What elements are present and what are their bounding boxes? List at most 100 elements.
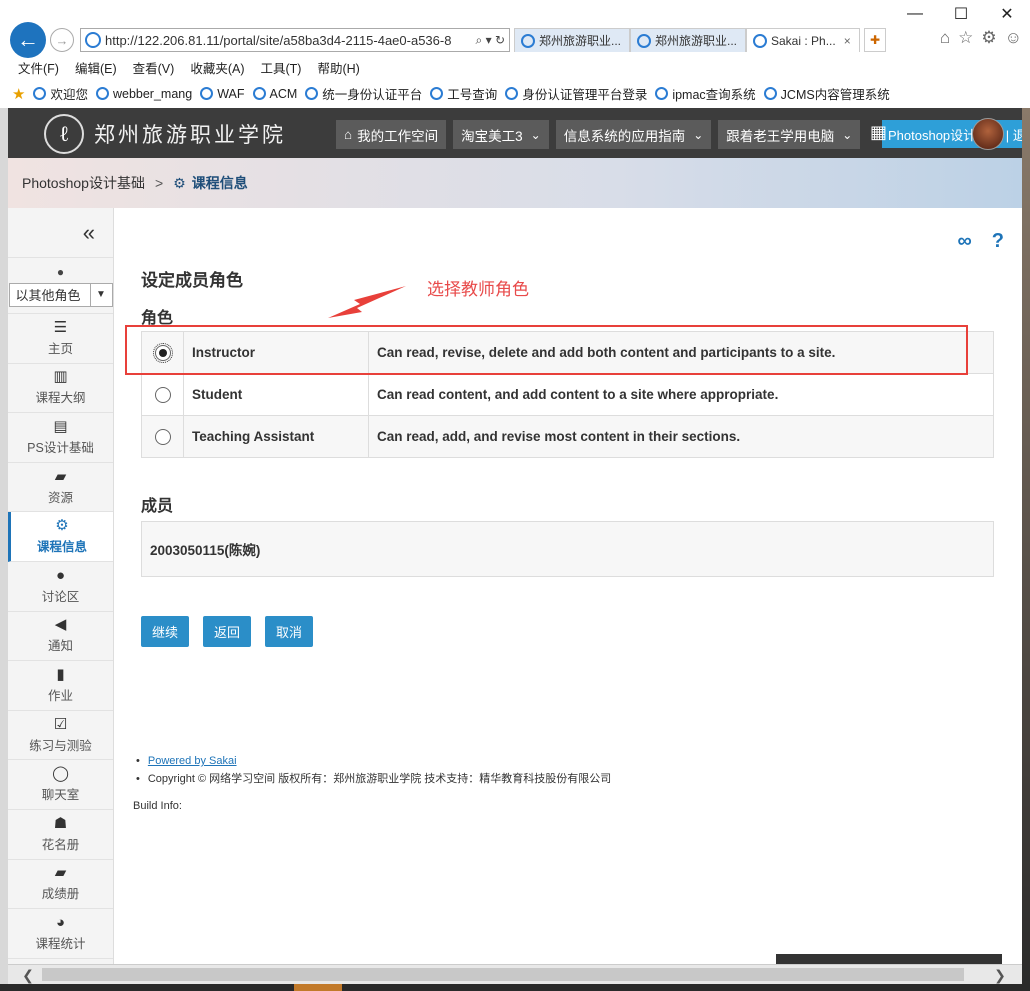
scroll-right-icon[interactable]: ❯ bbox=[990, 965, 1010, 985]
member-list: 2003050115(陈婉) bbox=[141, 521, 994, 577]
favorite-link[interactable]: JCMS内容管理系统 bbox=[763, 84, 890, 103]
horizontal-scrollbar[interactable]: ❮ ❯ bbox=[8, 964, 1022, 984]
role-name: Student bbox=[183, 373, 369, 416]
role-radio-teaching-assistant[interactable] bbox=[154, 428, 171, 445]
favorites-star-icon[interactable]: ☆ bbox=[958, 28, 973, 48]
menu-file[interactable]: 文件(F) bbox=[18, 58, 59, 77]
site-tab-label: 跟着老王学用电脑 bbox=[726, 128, 835, 144]
menu-edit[interactable]: 编辑(E) bbox=[75, 58, 117, 77]
tool-item-tests[interactable]: ☑ 练习与测验 bbox=[8, 711, 113, 761]
menu-help[interactable]: 帮助(H) bbox=[317, 58, 359, 77]
breadcrumb-site[interactable]: Photoshop设计基础 bbox=[22, 173, 145, 193]
taskbar-item[interactable] bbox=[294, 984, 342, 991]
tool-item-resources[interactable]: ▰ 资源 bbox=[8, 463, 113, 513]
favorite-label: JCMS内容管理系统 bbox=[780, 88, 890, 102]
breadcrumb-current: ⚙ 课程信息 bbox=[173, 173, 248, 193]
tool-item-roster[interactable]: ☗ 花名册 bbox=[8, 810, 113, 860]
site-tab[interactable]: 淘宝美工3 ⌄ bbox=[453, 120, 549, 149]
settings-gear-icon[interactable]: ⚙ bbox=[981, 28, 996, 48]
help-icon[interactable]: ? bbox=[992, 230, 1004, 253]
scrollbar-thumb[interactable] bbox=[42, 968, 964, 981]
tool-item-chat[interactable]: ◯ 聊天室 bbox=[8, 760, 113, 810]
new-tab-button[interactable]: ✚ bbox=[864, 28, 886, 52]
address-url[interactable]: http://122.206.81.11/portal/site/a58ba3d… bbox=[105, 33, 472, 48]
collapse-menu-icon[interactable]: « bbox=[8, 208, 113, 258]
link-icon bbox=[763, 87, 777, 100]
scroll-left-icon[interactable]: ❮ bbox=[18, 965, 38, 985]
role-select[interactable]: 以其他角色 ▼ bbox=[8, 282, 113, 307]
tool-item-statistics[interactable]: ◕ 课程统计 bbox=[8, 909, 113, 959]
tool-item-home[interactable]: ☰ 主页 bbox=[8, 314, 113, 364]
back-button[interactable]: 返回 bbox=[203, 616, 252, 647]
role-radio-instructor[interactable] bbox=[152, 342, 173, 363]
forward-button[interactable]: → bbox=[50, 28, 74, 52]
site-tab[interactable]: 信息系统的应用指南 ⌄ bbox=[555, 120, 712, 149]
browser-tab[interactable]: 郑州旅游职业... bbox=[630, 28, 746, 52]
tab-close-icon[interactable]: × bbox=[844, 34, 851, 48]
tool-item-gradebook[interactable]: ▰ 成绩册 bbox=[8, 860, 113, 910]
comments-icon: ● bbox=[55, 566, 66, 584]
favorite-label: 欢迎您 bbox=[50, 88, 88, 102]
user-secret-icon: ● bbox=[56, 264, 65, 279]
favorite-link[interactable]: 工号查询 bbox=[430, 84, 497, 103]
cancel-button[interactable]: 取消 bbox=[265, 616, 314, 647]
school-logo[interactable]: ℓ 郑州旅游职业学院 bbox=[44, 114, 286, 154]
menu-tools[interactable]: 工具(T) bbox=[260, 58, 301, 77]
bullet: • bbox=[136, 773, 140, 785]
favorite-link[interactable]: webber_mang bbox=[95, 87, 192, 101]
avatar[interactable] bbox=[972, 118, 1004, 150]
favorite-link[interactable]: 身份认证管理平台登录 bbox=[505, 84, 647, 103]
school-emblem-icon: ℓ bbox=[44, 114, 84, 154]
tool-item-syllabus[interactable]: ▥ 课程大纲 bbox=[8, 364, 113, 414]
main-content: ∞ ? 设定成员角色 角色 选择教师角色 Instructor Can read… bbox=[114, 208, 1022, 966]
role-radio-cell bbox=[141, 331, 184, 374]
address-bar[interactable]: http://122.206.81.11/portal/site/a58ba3d… bbox=[80, 28, 510, 52]
favorite-link[interactable]: 欢迎您 bbox=[33, 84, 88, 103]
favorite-link[interactable]: ipmac查询系统 bbox=[655, 84, 756, 103]
site-nav: ⌂ 我的工作空间 淘宝美工3 ⌄ 信息系统的应用指南 ⌄ 跟着老王学用电脑 ⌄ bbox=[336, 120, 861, 149]
book-icon: ▤ bbox=[53, 417, 68, 435]
favorite-link[interactable]: WAF bbox=[200, 86, 245, 101]
link-icon bbox=[655, 87, 669, 100]
tool-item-lessons[interactable]: ▤ PS设计基础 bbox=[8, 413, 113, 463]
gear-icon: ⚙ bbox=[55, 517, 69, 535]
role-heading: 角色 bbox=[141, 310, 174, 327]
tool-item-forums[interactable]: ● 讨论区 bbox=[8, 562, 113, 612]
favorite-link[interactable]: 统一身份认证平台 bbox=[305, 84, 422, 103]
tool-item-label: 聊天室 bbox=[41, 788, 80, 803]
favorite-link[interactable]: ACM bbox=[252, 87, 297, 101]
role-radio-student[interactable] bbox=[154, 386, 171, 403]
tool-item-label: 讨论区 bbox=[41, 589, 80, 604]
smiley-icon[interactable]: ☺ bbox=[1005, 28, 1022, 48]
favorites-star-icon[interactable]: ★ bbox=[12, 85, 25, 103]
link-icon[interactable]: ∞ bbox=[958, 230, 972, 253]
tool-item-site-info[interactable]: ⚙ 课程信息 bbox=[8, 512, 113, 562]
link-icon bbox=[505, 87, 519, 100]
menu-favorites[interactable]: 收藏夹(A) bbox=[190, 58, 244, 77]
tool-item-assignments[interactable]: ▮ 作业 bbox=[8, 661, 113, 711]
continue-button[interactable]: 继续 bbox=[141, 616, 190, 647]
school-name: 郑州旅游职业学院 bbox=[94, 123, 286, 147]
powered-by-link[interactable]: Powered by Sakai bbox=[148, 755, 237, 767]
role-row[interactable]: Instructor Can read, revise, delete and … bbox=[141, 331, 994, 374]
address-tools[interactable]: ⌕ ▾ ↻ bbox=[472, 33, 509, 48]
annotation-text: 选择教师角色 bbox=[427, 280, 529, 299]
role-row[interactable]: Student Can read content, and add conten… bbox=[141, 373, 994, 416]
menu-view[interactable]: 查看(V) bbox=[133, 58, 175, 77]
role-description: Can read, add, and revise most content i… bbox=[368, 415, 994, 458]
favorite-label: WAF bbox=[217, 86, 245, 101]
site-tab-label: 信息系统的应用指南 bbox=[563, 128, 686, 144]
site-tab-workspace[interactable]: ⌂ 我的工作空间 bbox=[336, 120, 447, 149]
tool-item-label: 课程统计 bbox=[35, 936, 86, 951]
role-row[interactable]: Teaching Assistant Can read, add, and re… bbox=[141, 415, 994, 458]
browser-tabs: 郑州旅游职业... 郑州旅游职业... Sakai : Ph... × ✚ bbox=[514, 28, 886, 52]
tool-item-announcements[interactable]: ◀ 通知 bbox=[8, 612, 113, 662]
back-button[interactable]: ← bbox=[10, 22, 46, 58]
home-icon[interactable]: ⌂ bbox=[940, 28, 950, 48]
browser-tab[interactable]: 郑州旅游职业... bbox=[514, 28, 630, 52]
all-sites-grid-icon[interactable]: ▦ bbox=[870, 122, 887, 143]
browser-tab-active[interactable]: Sakai : Ph... × bbox=[746, 28, 860, 52]
site-tab[interactable]: 跟着老王学用电脑 ⌄ bbox=[718, 120, 861, 149]
copyright-text: Copyright © 网络学习空间 版权所有：郑州旅游职业学院 技术支持：精华… bbox=[147, 773, 612, 785]
site-tab-label: 淘宝美工3 bbox=[461, 128, 523, 144]
